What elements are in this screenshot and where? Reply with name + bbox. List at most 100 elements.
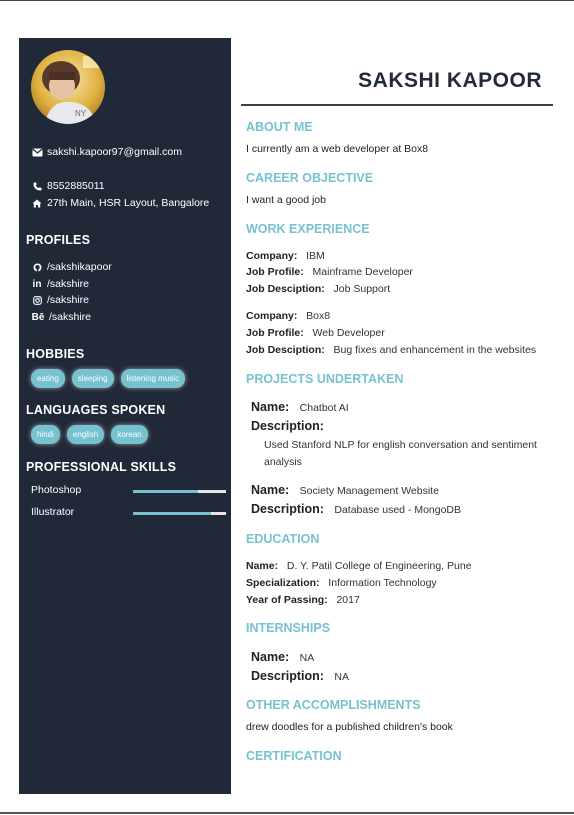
instagram-row[interactable]: /sakshire (31, 294, 89, 306)
language-chip: english (66, 425, 105, 444)
instagram-icon (31, 295, 43, 305)
linkedin-icon: in (32, 278, 42, 290)
svg-text:NY: NY (75, 109, 87, 118)
certification-heading: CERTIFICATION (246, 749, 342, 763)
accomplishments-text: drew doodles for a published children's … (246, 721, 453, 733)
linkedin-row[interactable]: in /sakshire (31, 278, 89, 290)
github-icon (31, 263, 43, 272)
email-text[interactable]: sakshi.kapoor97@gmail.com (47, 146, 182, 158)
skill-name: Illustrator (31, 506, 75, 518)
job-description: Job Desciption: Job Support (246, 283, 390, 295)
languages-chips: hindi english korean (31, 425, 148, 444)
job-company: Company: IBM (246, 250, 325, 262)
github-row[interactable]: /sakshikapoor (31, 261, 112, 273)
label: Name: (251, 650, 290, 664)
education-name: Name: D. Y. Patil College of Engineering… (246, 560, 472, 572)
phone-icon (31, 182, 43, 191)
value: Chatbot AI (299, 402, 349, 414)
objective-text: I want a good job (246, 194, 326, 206)
value: 2017 (336, 594, 360, 606)
hobby-chip: listening music (120, 369, 186, 388)
github-handle[interactable]: /sakshikapoor (47, 261, 112, 273)
objective-heading: CAREER OBJECTIVE (246, 171, 374, 185)
phone-row: 8552885011 (31, 180, 105, 192)
value: Mainframe Developer (312, 266, 413, 278)
address-row: 27th Main, HSR Layout, Bangalore (31, 197, 209, 209)
project-description: Used Stanford NLP for english conversati… (264, 439, 537, 468)
sidebar: NY sakshi.kapoor97@gmail.com 8552885011 … (19, 38, 231, 794)
label: Specialization: (246, 577, 320, 589)
internship-name: Name: NA (251, 650, 314, 664)
behance-row[interactable]: Bē /sakshire (31, 311, 91, 323)
email-row[interactable]: sakshi.kapoor97@gmail.com (31, 146, 182, 158)
avatar: NY (31, 50, 105, 124)
label: Description: (251, 502, 324, 516)
label: Description: (251, 669, 324, 683)
person-name: SAKSHI KAPOOR (358, 69, 542, 92)
project-description-label: Description: (251, 419, 324, 433)
about-text: I currently am a web developer at Box8 (246, 143, 429, 155)
home-icon (31, 199, 43, 208)
value: Bug fixes and enhancement in the website… (333, 344, 537, 356)
profiles-heading: PROFILES (26, 233, 91, 247)
skills-heading: PROFESSIONAL SKILLS (26, 460, 177, 474)
value: D. Y. Patil College of Engineering, Pune (286, 560, 472, 572)
value: Society Management Website (299, 485, 439, 497)
label: Name: (246, 560, 279, 572)
hobby-chip: eating (31, 369, 65, 388)
project-description-row: Description: Database used - MongoDB (251, 502, 461, 516)
hobbies-chips: eating sleeping listening music (31, 369, 186, 388)
label: Job Desciption: (246, 283, 325, 295)
label: Name: (251, 400, 290, 414)
value: Information Technology (328, 577, 437, 589)
job-company: Company: Box8 (246, 310, 330, 322)
internships-heading: INTERNSHIPS (246, 621, 331, 635)
language-chip: hindi (31, 425, 60, 444)
value: NA (334, 671, 349, 683)
address-text: 27th Main, HSR Layout, Bangalore (47, 197, 210, 209)
label: Description: (251, 419, 324, 433)
job-profile: Job Profile: Web Developer (246, 327, 385, 339)
project-name: Name: Society Management Website (251, 483, 439, 497)
behance-handle[interactable]: /sakshire (49, 311, 91, 323)
name-underline (241, 104, 553, 106)
value: Web Developer (312, 327, 385, 339)
label: Job Profile: (246, 327, 304, 339)
projects-heading: PROJECTS UNDERTAKEN (246, 372, 404, 386)
job-profile: Job Profile: Mainframe Developer (246, 266, 413, 278)
languages-heading: LANGUAGES SPOKEN (26, 403, 166, 417)
internship-description: Description: NA (251, 669, 349, 683)
skill-name: Photoshop (31, 484, 82, 496)
phone-text: 8552885011 (47, 180, 105, 192)
language-chip: korean (111, 425, 148, 444)
education-specialization: Specialization: Information Technology (246, 577, 437, 589)
education-year: Year of Passing: 2017 (246, 594, 360, 606)
envelope-icon (31, 148, 43, 157)
education-heading: EDUCATION (246, 532, 320, 546)
linkedin-handle[interactable]: /sakshire (47, 278, 89, 290)
skill-bar (133, 490, 226, 493)
skill-bar-fill (133, 512, 212, 515)
instagram-handle[interactable]: /sakshire (47, 294, 89, 306)
hobby-chip: sleeping (71, 369, 114, 388)
label: Company: (246, 250, 298, 262)
value: Database used - MongoDB (334, 504, 462, 516)
label: Company: (246, 310, 298, 322)
label: Name: (251, 483, 290, 497)
label: Job Profile: (246, 266, 304, 278)
work-heading: WORK EXPERIENCE (246, 222, 370, 236)
label: Job Desciption: (246, 344, 325, 356)
skill-bar (133, 512, 226, 515)
page-top-border (0, 0, 574, 1)
accomplishments-heading: OTHER ACCOMPLISHMENTS (246, 698, 421, 712)
about-heading: ABOUT ME (246, 120, 313, 134)
avatar-photo: NY (31, 50, 105, 124)
hobbies-heading: HOBBIES (26, 347, 85, 361)
job-description: Job Desciption: Bug fixes and enhancemen… (246, 344, 536, 356)
label: Year of Passing: (246, 594, 328, 606)
page-bottom-border (0, 812, 574, 814)
value: Box8 (306, 310, 331, 322)
value: NA (299, 652, 315, 664)
value: IBM (306, 250, 325, 262)
behance-icon: Bē (31, 311, 45, 323)
